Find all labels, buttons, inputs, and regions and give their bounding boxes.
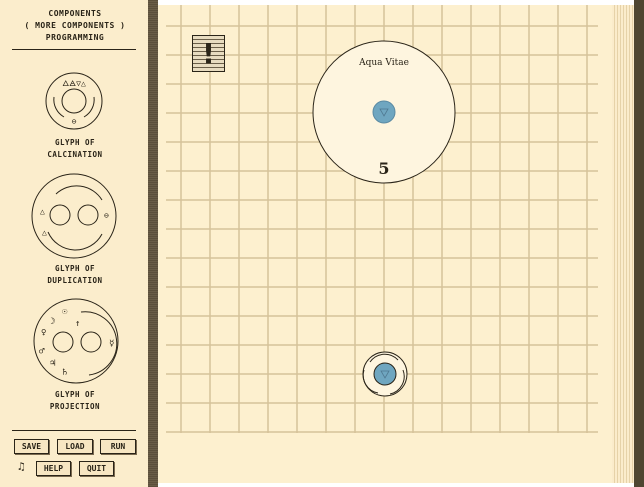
run-button[interactable]: RUN bbox=[100, 439, 136, 454]
svg-text:⊖: ⊖ bbox=[104, 211, 109, 220]
label-line: CALCINATION bbox=[47, 150, 103, 159]
svg-text:♂: ♂ bbox=[39, 347, 45, 357]
help-button[interactable]: HELP bbox=[36, 461, 71, 476]
reagent-count: 5 bbox=[378, 159, 389, 178]
sidebar: COMPONENTS ( MORE COMPONENTS ) PROGRAMMI… bbox=[0, 0, 148, 487]
quit-button[interactable]: QUIT bbox=[79, 461, 114, 476]
glyph-duplication-label: GLYPH OF DUPLICATION bbox=[0, 263, 150, 287]
divider bbox=[12, 430, 136, 431]
alert-note-button[interactable]: ! bbox=[192, 35, 225, 72]
save-button[interactable]: SAVE bbox=[14, 439, 49, 454]
svg-text:△: △ bbox=[40, 207, 45, 216]
bottom-border bbox=[158, 483, 634, 487]
tab-programming[interactable]: PROGRAMMING bbox=[0, 33, 150, 42]
svg-text:🜂🜁▽△: 🜂🜁▽△ bbox=[62, 79, 86, 88]
tab-components[interactable]: COMPONENTS bbox=[0, 9, 150, 18]
glyph-duplication-icon[interactable]: △ ⊖ △ bbox=[30, 172, 118, 260]
product-atom[interactable] bbox=[360, 350, 410, 400]
glyph-projection-icon[interactable]: ☉ ☽ ↑ ♀ ♂ ☿ ♃ ♄ bbox=[33, 298, 121, 386]
svg-text:⊖: ⊖ bbox=[72, 117, 77, 126]
glyph-calcination-label: GLYPH OF CALCINATION bbox=[0, 137, 150, 161]
board-edge bbox=[612, 5, 634, 483]
label-line: DUPLICATION bbox=[47, 276, 103, 285]
label-line: GLYPH OF bbox=[54, 264, 96, 273]
glyph-calcination-icon[interactable]: 🜂🜁▽△ ⊖ bbox=[44, 71, 104, 131]
reagent-name: Aqua Vitae bbox=[358, 58, 409, 68]
label-line: GLYPH OF bbox=[54, 390, 96, 399]
svg-text:♀: ♀ bbox=[41, 328, 46, 338]
label-line: PROJECTION bbox=[49, 402, 101, 411]
label-line: GLYPH OF bbox=[54, 138, 96, 147]
svg-text:☉: ☉ bbox=[62, 307, 68, 317]
reagent-aqua-vitae[interactable]: Aqua Vitae 5 bbox=[310, 40, 460, 190]
exclamation-icon: ! bbox=[202, 37, 215, 70]
panel-divider bbox=[148, 0, 158, 487]
music-icon[interactable]: ♫ bbox=[18, 460, 25, 473]
svg-text:↑: ↑ bbox=[75, 319, 80, 329]
right-border bbox=[634, 0, 644, 487]
svg-text:△: △ bbox=[42, 228, 47, 237]
load-button[interactable]: LOAD bbox=[57, 439, 93, 454]
svg-text:☽: ☽ bbox=[50, 317, 55, 327]
svg-text:☿: ☿ bbox=[109, 339, 114, 349]
svg-text:♃: ♃ bbox=[50, 359, 56, 369]
svg-text:♄: ♄ bbox=[62, 368, 67, 378]
glyph-projection-label: GLYPH OF PROJECTION bbox=[0, 389, 150, 413]
divider bbox=[12, 49, 136, 50]
tab-more-components[interactable]: ( MORE COMPONENTS ) bbox=[0, 21, 150, 30]
